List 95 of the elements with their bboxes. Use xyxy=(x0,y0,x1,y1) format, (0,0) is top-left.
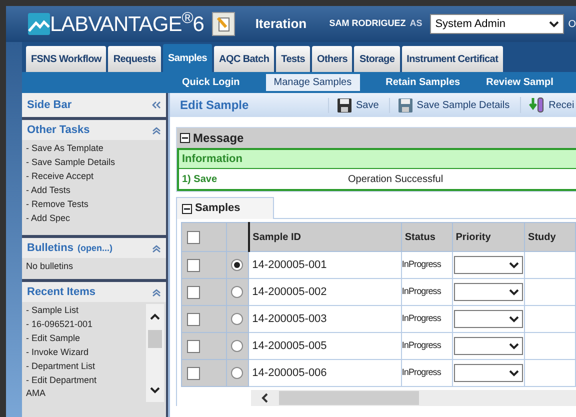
nav-tab[interactable]: Requests xyxy=(108,46,161,72)
row-radio-button[interactable] xyxy=(231,286,244,298)
table-cell: InProgress xyxy=(401,332,452,360)
row-radio-button[interactable] xyxy=(231,313,244,325)
chevron-down-icon xyxy=(509,261,520,269)
scroll-left-icon[interactable] xyxy=(261,393,269,403)
nav-tab[interactable]: Instrument Certificat xyxy=(402,46,504,72)
message-label: 1) Save xyxy=(182,172,218,186)
user-name: SAM RODRIGUEZ xyxy=(329,17,406,30)
panel-title: Message xyxy=(193,130,244,147)
header-label: O xyxy=(568,18,576,32)
table-cell: 14-200005-002 xyxy=(248,278,402,306)
sidebar-link[interactable]: - Add Spec xyxy=(26,212,166,225)
row-checkbox[interactable] xyxy=(187,366,200,380)
priority-dropdown[interactable] xyxy=(454,310,524,328)
message-text: Operation Successful xyxy=(348,172,444,186)
collapse-sidebar-icon[interactable] xyxy=(152,101,161,109)
sub-nav-tab[interactable]: Quick Login xyxy=(182,74,240,91)
table-cell: InProgress xyxy=(401,252,452,278)
priority-dropdown[interactable] xyxy=(454,337,524,355)
sidebar-title: Side Bar xyxy=(27,98,72,113)
sidebar-link[interactable]: - Receive Accept xyxy=(26,170,166,183)
scroll-thumb[interactable] xyxy=(148,330,162,348)
chevron-down-icon xyxy=(509,369,520,377)
role-dropdown[interactable]: System Admin xyxy=(430,14,564,34)
app-logo: LABVANTAGE$^{®}$6 xyxy=(50,14,204,34)
sidebar-link[interactable]: - Save Sample Details xyxy=(26,156,166,169)
priority-dropdown[interactable] xyxy=(454,283,524,301)
test-tube-icon xyxy=(528,97,545,113)
nav-tab[interactable]: Storage xyxy=(354,46,400,72)
column-header: Status xyxy=(401,222,452,252)
nav-tab[interactable]: Samples xyxy=(163,44,212,72)
sidebar-link[interactable]: - Edit Sample xyxy=(26,332,146,345)
toolbar-button[interactable]: Recei xyxy=(528,97,574,113)
sidebar-link[interactable]: - Remove Tests xyxy=(26,198,166,211)
nav-tab[interactable]: AQC Batch xyxy=(214,46,274,72)
sidebar-link[interactable]: - Add Tests xyxy=(26,184,166,197)
column-header: Study xyxy=(524,222,576,252)
pencil-note-icon xyxy=(216,16,232,32)
row-checkbox[interactable] xyxy=(187,312,200,326)
chevron-down-icon xyxy=(509,315,520,323)
row-checkbox[interactable] xyxy=(187,258,200,272)
nav-tab[interactable]: FSNS Workflow xyxy=(26,46,106,72)
priority-dropdown[interactable] xyxy=(454,364,524,382)
context-label: Iteration xyxy=(255,15,308,34)
column-header: Sample ID xyxy=(248,222,402,252)
sidebar-link[interactable]: - Edit Department AMA xyxy=(26,374,146,400)
row-radio-button[interactable] xyxy=(231,259,244,271)
scroll-down-icon xyxy=(150,386,160,394)
open-link[interactable]: (open...) xyxy=(77,242,112,256)
message-heading: Information xyxy=(182,152,242,167)
panel-text: No bulletins xyxy=(26,260,74,273)
toolbar-button[interactable]: Save Sample Details xyxy=(398,98,510,112)
chevron-down-icon xyxy=(549,20,560,28)
sidebar-link[interactable]: - 16-096521-001 xyxy=(26,318,146,331)
notes-button[interactable] xyxy=(212,12,236,36)
sidebar-link[interactable]: - Department List xyxy=(26,360,146,373)
sidebar-link[interactable]: - Save As Template xyxy=(26,142,166,155)
row-radio-button[interactable] xyxy=(231,367,244,379)
collapse-icon[interactable] xyxy=(182,204,192,214)
collapse-icon[interactable] xyxy=(180,133,190,143)
vertical-scrollbar[interactable] xyxy=(146,304,164,402)
horizontal-scrollbar[interactable] xyxy=(251,390,576,406)
table-cell: InProgress xyxy=(401,278,452,306)
table-cell: InProgress xyxy=(401,360,452,386)
panel-title: Recent Items xyxy=(27,284,96,300)
chevron-down-icon xyxy=(509,342,520,350)
nav-tab[interactable]: Others xyxy=(312,46,352,72)
scroll-up-icon xyxy=(150,312,160,320)
row-radio-button[interactable] xyxy=(231,340,244,352)
priority-dropdown[interactable] xyxy=(454,256,524,274)
as-label: AS xyxy=(410,17,422,30)
mountain-logo-icon xyxy=(28,13,50,35)
nav-tab[interactable]: Tests xyxy=(276,46,310,72)
scroll-thumb[interactable] xyxy=(279,391,419,405)
sub-nav-tab[interactable]: Review Sampl xyxy=(486,74,554,91)
panel-title: Other Tasks xyxy=(27,122,90,138)
chevron-down-icon xyxy=(509,288,520,296)
row-checkbox[interactable] xyxy=(187,340,200,352)
row-checkbox[interactable] xyxy=(187,286,200,298)
table-cell: 14-200005-005 xyxy=(248,332,402,360)
table-cell: 14-200005-006 xyxy=(248,360,402,386)
table-cell: 14-200005-001 xyxy=(248,252,402,278)
toolbar-button[interactable]: Save xyxy=(337,98,379,112)
sub-nav-tab[interactable]: Retain Samples xyxy=(386,74,460,91)
select-all-checkbox[interactable] xyxy=(187,230,200,244)
column-header: Priority xyxy=(452,222,525,252)
panel-title: Bulletins xyxy=(27,240,74,256)
table-cell: 14-200005-003 xyxy=(248,306,402,332)
table-cell: InProgress xyxy=(401,306,452,332)
sub-nav-tab[interactable]: Manage Samples xyxy=(266,74,360,91)
sidebar-link[interactable]: - Sample List xyxy=(26,304,146,317)
page-title: Edit Sample xyxy=(180,97,250,114)
sidebar-link[interactable]: - Invoke Wizard xyxy=(26,346,146,359)
samples-tab[interactable]: Samples xyxy=(176,197,274,219)
